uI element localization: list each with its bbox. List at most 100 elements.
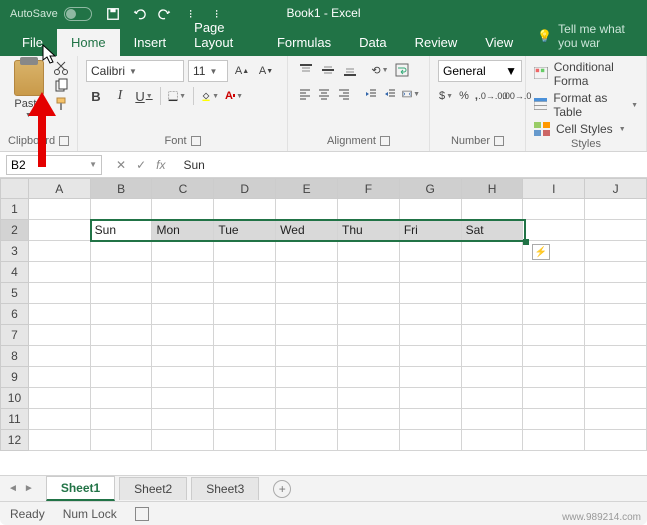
col-header-A[interactable]: A bbox=[28, 179, 90, 199]
status-ready: Ready bbox=[10, 507, 45, 521]
fx-icon[interactable]: fx bbox=[156, 158, 165, 172]
autosave-toggle[interactable]: AutoSave bbox=[0, 7, 92, 21]
sheet-tab-2[interactable]: Sheet2 bbox=[119, 477, 187, 500]
name-box[interactable]: B2▼ bbox=[6, 155, 102, 175]
increase-font-icon[interactable]: A▲ bbox=[232, 61, 252, 81]
align-center-icon[interactable] bbox=[316, 84, 334, 104]
row-header-7[interactable]: 7 bbox=[1, 325, 29, 346]
cell-D2[interactable]: Tue bbox=[214, 220, 276, 241]
bold-button[interactable]: B bbox=[86, 86, 106, 106]
format-painter-icon[interactable] bbox=[53, 96, 69, 110]
cell-C2[interactable]: Mon bbox=[152, 220, 214, 241]
cell[interactable] bbox=[28, 199, 90, 220]
wrap-text-icon[interactable] bbox=[392, 60, 412, 80]
col-header-G[interactable]: G bbox=[399, 179, 461, 199]
cell-E2[interactable]: Wed bbox=[276, 220, 338, 241]
tab-review[interactable]: Review bbox=[401, 29, 472, 56]
tell-me-search[interactable]: 💡 Tell me what you war bbox=[527, 16, 647, 56]
row-header-11[interactable]: 11 bbox=[1, 409, 29, 430]
tab-home[interactable]: Home bbox=[57, 29, 120, 56]
decrease-indent-icon[interactable] bbox=[362, 84, 380, 104]
tab-formulas[interactable]: Formulas bbox=[263, 29, 345, 56]
col-header-B[interactable]: B bbox=[90, 179, 152, 199]
decrease-decimal-icon[interactable]: .00→.0 bbox=[507, 86, 527, 106]
tab-view[interactable]: View bbox=[471, 29, 527, 56]
align-bottom-icon[interactable] bbox=[340, 60, 360, 80]
save-icon[interactable] bbox=[106, 7, 120, 21]
row-header-8[interactable]: 8 bbox=[1, 346, 29, 367]
sheet-nav-prev-icon[interactable]: ◄ bbox=[8, 483, 18, 494]
cell-B2[interactable]: Sun bbox=[90, 220, 152, 241]
clipboard-dialog-launcher[interactable] bbox=[59, 136, 69, 146]
number-format-combo[interactable]: General▼ bbox=[438, 60, 522, 82]
cell-G2[interactable]: Fri bbox=[399, 220, 461, 241]
undo-icon[interactable] bbox=[132, 7, 146, 21]
toggle-off-icon[interactable] bbox=[64, 7, 92, 21]
row-header-2[interactable]: 2 bbox=[1, 220, 29, 241]
col-header-C[interactable]: C bbox=[152, 179, 214, 199]
underline-button[interactable]: U▼ bbox=[134, 86, 154, 106]
lightbulb-icon: 💡 bbox=[537, 29, 552, 43]
merge-center-icon[interactable]: ▼ bbox=[401, 84, 421, 104]
row-header-5[interactable]: 5 bbox=[1, 283, 29, 304]
fill-handle[interactable] bbox=[523, 239, 529, 245]
increase-indent-icon[interactable] bbox=[381, 84, 399, 104]
row-header-3[interactable]: 3 bbox=[1, 241, 29, 262]
percent-format-icon[interactable]: % bbox=[458, 86, 470, 106]
col-header-I[interactable]: I bbox=[523, 179, 585, 199]
cell-styles-button[interactable]: Cell Styles▼ bbox=[534, 122, 638, 136]
accounting-format-icon[interactable]: $▼ bbox=[438, 86, 454, 106]
copy-icon[interactable] bbox=[53, 78, 69, 92]
col-header-D[interactable]: D bbox=[214, 179, 276, 199]
macro-record-icon[interactable] bbox=[135, 507, 149, 521]
row-header-4[interactable]: 4 bbox=[1, 262, 29, 283]
align-left-icon[interactable] bbox=[296, 84, 314, 104]
orientation-icon[interactable]: ⟲▼ bbox=[370, 60, 390, 80]
select-all-corner[interactable] bbox=[1, 179, 29, 199]
col-header-J[interactable]: J bbox=[585, 179, 647, 199]
align-top-icon[interactable] bbox=[296, 60, 316, 80]
sheet-tab-1[interactable]: Sheet1 bbox=[46, 476, 115, 501]
enter-formula-icon[interactable]: ✓ bbox=[136, 158, 146, 172]
row-header-10[interactable]: 10 bbox=[1, 388, 29, 409]
tab-file[interactable]: File bbox=[8, 29, 57, 56]
cell-F2[interactable]: Thu bbox=[338, 220, 400, 241]
font-name-combo[interactable]: Calibri▼ bbox=[86, 60, 184, 82]
increase-decimal-icon[interactable]: .0→.00 bbox=[483, 86, 503, 106]
align-middle-icon[interactable] bbox=[318, 60, 338, 80]
conditional-formatting-button[interactable]: Conditional Forma bbox=[534, 60, 638, 88]
quick-analysis-icon[interactable]: ⚡ bbox=[532, 244, 550, 260]
italic-button[interactable]: I bbox=[110, 86, 130, 106]
fill-color-icon[interactable]: ▼ bbox=[200, 86, 220, 106]
row-header-1[interactable]: 1 bbox=[1, 199, 29, 220]
borders-icon[interactable]: ▼ bbox=[167, 86, 187, 106]
row-header-6[interactable]: 6 bbox=[1, 304, 29, 325]
col-header-F[interactable]: F bbox=[338, 179, 400, 199]
tab-page-layout[interactable]: Page Layout bbox=[180, 14, 263, 56]
number-dialog-launcher[interactable] bbox=[494, 136, 504, 146]
cancel-formula-icon[interactable]: ✕ bbox=[116, 158, 126, 172]
align-right-icon[interactable] bbox=[335, 84, 353, 104]
worksheet-grid[interactable]: A B C D E F G H I J 1 2 Sun Mon Tue Wed … bbox=[0, 178, 647, 475]
redo-icon[interactable] bbox=[158, 7, 172, 21]
col-header-E[interactable]: E bbox=[276, 179, 338, 199]
col-header-H[interactable]: H bbox=[461, 179, 523, 199]
tab-data[interactable]: Data bbox=[345, 29, 400, 56]
tab-insert[interactable]: Insert bbox=[120, 29, 181, 56]
format-as-table-button[interactable]: Format as Table▼ bbox=[534, 91, 638, 119]
row-header-9[interactable]: 9 bbox=[1, 367, 29, 388]
formula-input[interactable]: Sun bbox=[175, 158, 647, 172]
font-color-icon[interactable]: A▼ bbox=[224, 86, 244, 106]
clipboard-group-label: Clipboard bbox=[8, 135, 55, 147]
row-header-12[interactable]: 12 bbox=[1, 430, 29, 451]
alignment-dialog-launcher[interactable] bbox=[380, 136, 390, 146]
paste-button[interactable]: Paste ▼ bbox=[8, 60, 49, 133]
cell-H2[interactable]: Sat bbox=[461, 220, 523, 241]
font-dialog-launcher[interactable] bbox=[191, 136, 201, 146]
new-sheet-button[interactable]: + bbox=[273, 480, 291, 498]
sheet-nav-next-icon[interactable]: ► bbox=[24, 483, 34, 494]
decrease-font-icon[interactable]: A▼ bbox=[256, 61, 276, 81]
sheet-tab-3[interactable]: Sheet3 bbox=[191, 477, 259, 500]
cut-icon[interactable] bbox=[53, 60, 69, 74]
font-size-combo[interactable]: 11▼ bbox=[188, 60, 228, 82]
